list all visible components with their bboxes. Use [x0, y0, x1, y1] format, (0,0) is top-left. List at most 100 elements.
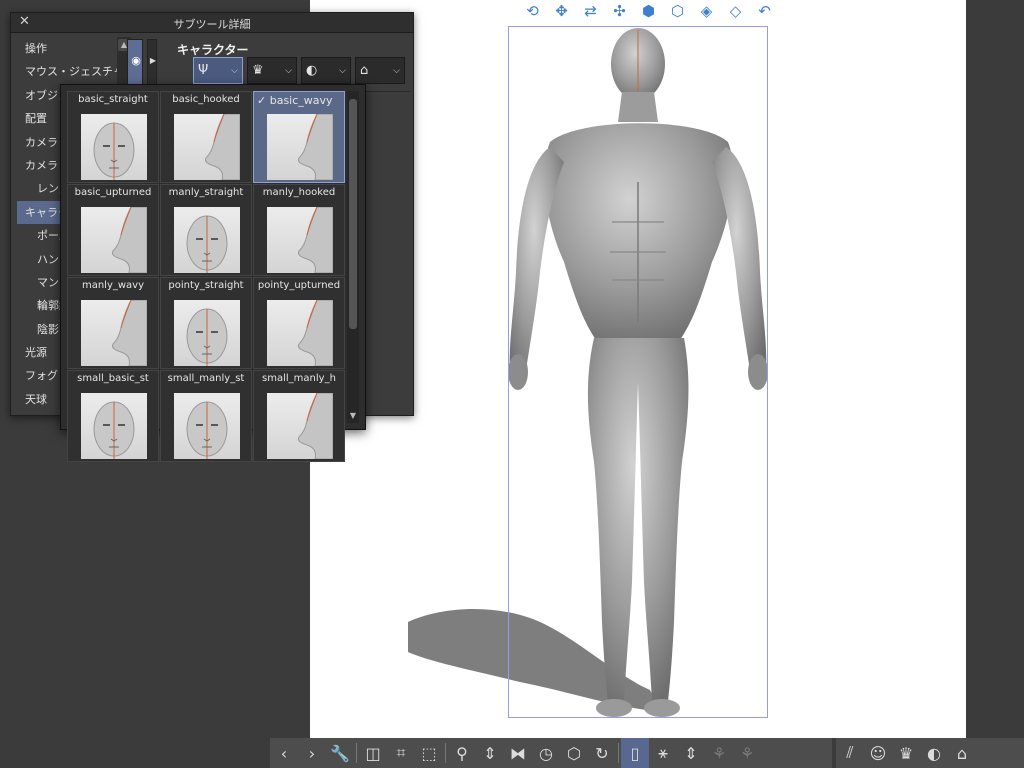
wrench-icon[interactable]: 🔧: [326, 738, 354, 768]
category-item[interactable]: 操作: [17, 37, 117, 60]
panel-titlebar: ✕ サブツール詳細: [11, 13, 413, 33]
manipulator-toolbar: ⟲ ✥ ⇄ ✣ ⬢ ⬡ ◈ ◇ ↶: [520, 0, 777, 22]
nose-shape-item[interactable]: pointy_upturned: [253, 277, 345, 369]
part-dropdown-accessory[interactable]: ⌂ ⌵: [355, 57, 405, 84]
pose-icon[interactable]: ⚲: [448, 738, 476, 768]
nose-thumbnail: [174, 207, 240, 273]
nose-thumbnail: [267, 393, 333, 459]
character-parts-row: Ψ ⌵ ♛ ⌵ ◐ ⌵ ⌂ ⌵: [193, 57, 405, 84]
ear-part-icon[interactable]: ◐: [920, 738, 948, 768]
nose-shape-label: small_manly_h: [254, 373, 344, 384]
nose-shape-item[interactable]: basic_straight: [67, 91, 159, 183]
object-move-icon[interactable]: ✣: [607, 0, 632, 22]
nose-shape-label: basic_hooked: [161, 94, 251, 105]
ground-icon[interactable]: ⬚: [415, 738, 443, 768]
face-icon[interactable]: ☺: [864, 738, 892, 768]
nose-shape-item[interactable]: manly_wavy: [67, 277, 159, 369]
category-item[interactable]: マウス・ジェスチャー: [17, 60, 117, 83]
chevron-down-icon: ⌵: [339, 65, 346, 76]
nose-shape-item[interactable]: small_basic_st: [67, 370, 159, 462]
body-shape-icon[interactable]: ⚹: [649, 738, 677, 768]
nose-shape-item[interactable]: ✓ basic_wavy: [253, 91, 345, 183]
nose-shape-item[interactable]: pointy_straight: [160, 277, 252, 369]
selection-bounding-box[interactable]: [508, 26, 768, 718]
nose-shape-name: manly_wavy: [81, 280, 145, 291]
unlock-pose-icon[interactable]: ⚘: [733, 738, 761, 768]
scroll-thumb[interactable]: [349, 99, 357, 329]
check-icon: ✓: [257, 94, 270, 107]
camera-icon[interactable]: ◫: [359, 738, 387, 768]
nose-thumbnail: [174, 300, 240, 366]
hair-part-icon[interactable]: ♛: [892, 738, 920, 768]
nose-shape-label: ✓ basic_wavy: [254, 94, 344, 107]
object-rotate-z-icon[interactable]: ◈: [694, 0, 719, 22]
updown-icon[interactable]: ⇕: [476, 738, 504, 768]
nose-shape-name: small_basic_st: [77, 373, 149, 384]
toolbar-divider: [445, 743, 446, 763]
popup-scrollbar[interactable]: ▼: [347, 91, 359, 423]
object-rotate-y-icon[interactable]: ⬡: [665, 0, 690, 22]
rotate-reset-icon[interactable]: ↻: [588, 738, 616, 768]
ear-icon: ◐: [306, 63, 318, 78]
panel-title: サブツール詳細: [173, 18, 251, 31]
accessory-part-icon[interactable]: ⌂: [948, 738, 976, 768]
play-icon[interactable]: ▶: [148, 56, 158, 65]
fit-icon[interactable]: ⌗: [387, 738, 415, 768]
camera-pan-icon[interactable]: ✥: [549, 0, 574, 22]
nose-shape-item[interactable]: basic_upturned: [67, 184, 159, 276]
object-rotate-x-icon[interactable]: ⬢: [636, 0, 661, 22]
nose-shape-label: basic_upturned: [68, 187, 158, 198]
character-parts-bar: ⫽ ☺ ♛ ◐ ⌂: [836, 738, 1024, 768]
part-dropdown-ear[interactable]: ◐ ⌵: [301, 57, 351, 84]
nose-thumbnail: [267, 300, 333, 366]
nose-shape-name: pointy_straight: [168, 280, 244, 291]
nose-thumbnail: [81, 207, 147, 273]
nose-shape-label: manly_straight: [161, 187, 251, 198]
nose-shape-name: manly_hooked: [262, 187, 336, 198]
part-dropdown-nose[interactable]: Ψ ⌵: [193, 57, 243, 84]
part-dropdown-hair[interactable]: ♛ ⌵: [247, 57, 297, 84]
nose-shape-name: basic_wavy: [269, 94, 333, 107]
prev-icon[interactable]: ‹: [270, 738, 298, 768]
camera-rotate-icon[interactable]: ⟲: [520, 0, 545, 22]
nose-shape-label: basic_straight: [68, 94, 158, 105]
nose-thumbnail: [81, 393, 147, 459]
nose-shape-item[interactable]: manly_hooked: [253, 184, 345, 276]
accessory-icon: ⌂: [360, 63, 369, 78]
nose-icon: Ψ: [198, 63, 209, 78]
lock-pose-icon[interactable]: ⚘: [705, 738, 733, 768]
nose-shape-name: small_manly_h: [262, 373, 336, 384]
chevron-down-icon: ⌵: [285, 65, 292, 76]
nose-shape-name: basic_hooked: [172, 94, 240, 105]
nose-shape-item[interactable]: small_manly_st: [160, 370, 252, 462]
nose-thumbnail: [174, 393, 240, 459]
flip-icon[interactable]: ⧓: [504, 738, 532, 768]
toolbar-divider: [618, 743, 619, 763]
nose-shape-label: pointy_upturned: [254, 280, 344, 291]
object-rotate-free-icon[interactable]: ◇: [723, 0, 748, 22]
object-reset-icon[interactable]: ⬡: [560, 738, 588, 768]
nose-shape-item[interactable]: small_manly_h: [253, 370, 345, 462]
nose-shape-label: pointy_straight: [161, 280, 251, 291]
chevron-down-icon: ⌵: [393, 65, 400, 76]
nose-thumbnail: [81, 300, 147, 366]
nose-shape-name: manly_straight: [168, 187, 244, 198]
timer-icon[interactable]: ◷: [532, 738, 560, 768]
nose-shape-label: manly_wavy: [68, 280, 158, 291]
next-icon[interactable]: ›: [298, 738, 326, 768]
camera-move-icon[interactable]: ⇄: [578, 0, 603, 22]
updown2-icon[interactable]: ⇕: [677, 738, 705, 768]
undo-pose-icon[interactable]: ↶: [752, 0, 777, 22]
eye-icon[interactable]: ◉: [129, 54, 143, 68]
nose-shape-item[interactable]: manly_straight: [160, 184, 252, 276]
section-title: キャラクター: [177, 43, 249, 57]
hair-icon: ♛: [252, 63, 264, 78]
nose-shape-item[interactable]: basic_hooked: [160, 91, 252, 183]
toolbar-divider: [356, 743, 357, 763]
scroll-down-icon[interactable]: ▼: [348, 411, 358, 421]
nose-shape-label: manly_hooked: [254, 187, 344, 198]
frame-icon[interactable]: ▯: [621, 738, 649, 768]
nose-thumbnail: [174, 114, 240, 180]
nose-part-icon[interactable]: ⫽: [836, 738, 864, 768]
nose-thumbnail: [267, 207, 333, 273]
